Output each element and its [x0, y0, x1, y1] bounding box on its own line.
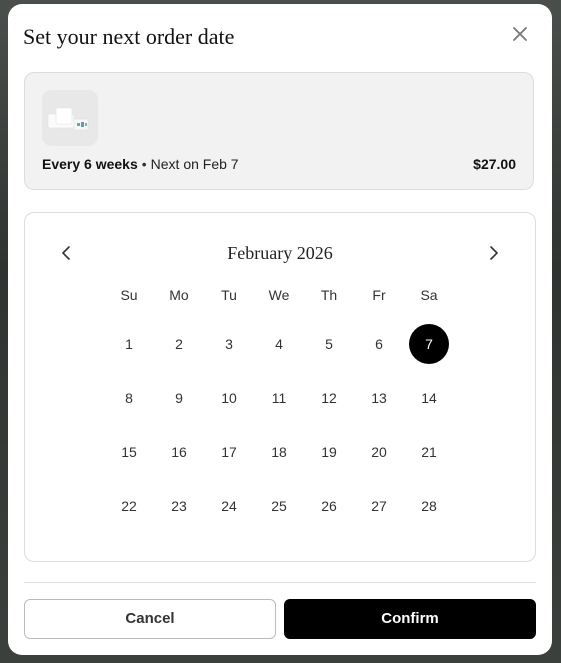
weekday-label: We	[268, 287, 290, 303]
calendar-day[interactable]: 18	[259, 432, 299, 472]
price-label: $27.00	[473, 156, 516, 172]
product-thumbnail	[42, 90, 98, 146]
weekday-label: Sa	[420, 287, 438, 303]
calendar-day[interactable]: 14	[409, 378, 449, 418]
calendar-day[interactable]: 16	[159, 432, 199, 472]
calendar-day-selected[interactable]: 7	[409, 324, 449, 364]
calendar-day[interactable]: 15	[109, 432, 149, 472]
next-month-button[interactable]	[483, 243, 503, 263]
month-label: February 2026	[227, 243, 333, 263]
weekday-label: Tu	[221, 287, 237, 303]
calendar-day[interactable]: 8	[109, 378, 149, 418]
weekday-label: Su	[120, 287, 138, 303]
weekday-label: Mo	[169, 287, 189, 303]
calendar-day[interactable]: 10	[209, 378, 249, 418]
chevron-right-icon	[490, 246, 498, 260]
cancel-button[interactable]: Cancel	[24, 599, 276, 639]
calendar-day[interactable]: 23	[159, 486, 199, 526]
close-button[interactable]	[510, 24, 530, 44]
calendar-day[interactable]: 4	[259, 324, 299, 364]
calendar-day[interactable]: 9	[159, 378, 199, 418]
order-date-modal: Set your next order date Every 6 weeks • N…	[8, 4, 552, 655]
separator-dot: •	[141, 156, 147, 172]
calendar-day[interactable]: 25	[259, 486, 299, 526]
calendar: February 2026 Su Mo Tu We Th Fr Sa 1 2 3…	[24, 212, 536, 562]
next-order-text: Next on Feb 7	[150, 156, 239, 172]
modal-title: Set your next order date	[23, 24, 235, 49]
frequency-text: Every 6 weeks	[42, 156, 138, 172]
calendar-day[interactable]: 11	[259, 378, 299, 418]
calendar-day[interactable]: 22	[109, 486, 149, 526]
close-icon	[513, 27, 527, 41]
confirm-button[interactable]: Confirm	[284, 599, 536, 639]
calendar-day[interactable]: 5	[309, 324, 349, 364]
calendar-day[interactable]: 24	[209, 486, 249, 526]
calendar-day[interactable]: 20	[359, 432, 399, 472]
calendar-day[interactable]: 21	[409, 432, 449, 472]
weekday-label: Fr	[372, 287, 386, 303]
subscription-card: Every 6 weeks • Next on Feb 7 $27.00	[24, 72, 534, 190]
calendar-day[interactable]: 19	[309, 432, 349, 472]
calendar-day[interactable]: 1	[109, 324, 149, 364]
calendar-day[interactable]: 3	[209, 324, 249, 364]
calendar-day[interactable]: 17	[209, 432, 249, 472]
calendar-day[interactable]: 27	[359, 486, 399, 526]
calendar-day[interactable]: 28	[409, 486, 449, 526]
frequency-line: Every 6 weeks • Next on Feb 7	[42, 155, 239, 173]
calendar-day[interactable]: 6	[359, 324, 399, 364]
calendar-day[interactable]: 13	[359, 378, 399, 418]
calendar-day[interactable]: 26	[309, 486, 349, 526]
calendar-day[interactable]: 2	[159, 324, 199, 364]
calendar-day[interactable]: 12	[309, 378, 349, 418]
weekday-label: Th	[320, 287, 338, 303]
footer-divider	[24, 582, 536, 583]
